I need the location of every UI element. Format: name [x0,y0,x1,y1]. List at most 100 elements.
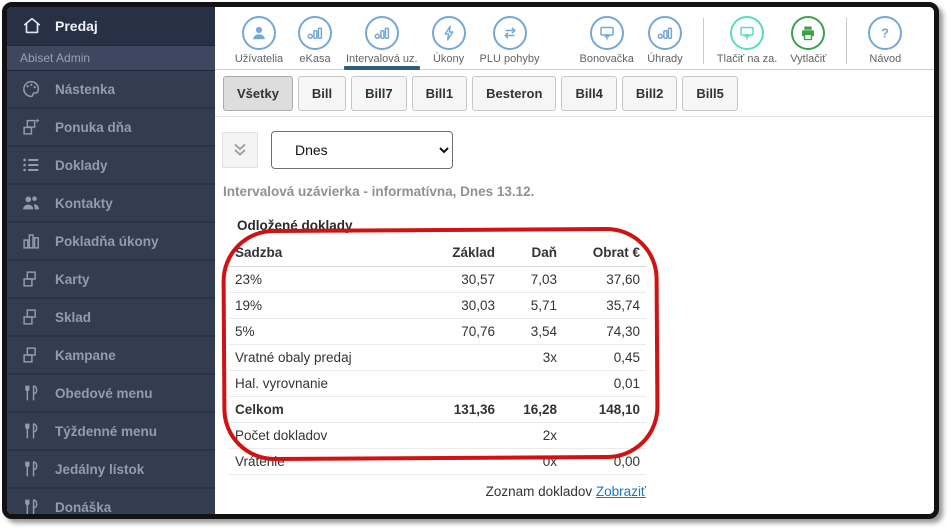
toolbar-item-uzivatelia[interactable]: Užívatelia [231,16,287,70]
sidebar-item-label: Týždenné menu [55,424,157,439]
sidebar-item-donaska[interactable]: Donáška [7,489,215,514]
toolbar-item-navod[interactable]: ? Návod [857,16,913,70]
table-cell: 7,03 [501,267,563,293]
table-header-row: Sadzba Základ Daň Obrat € [229,240,646,267]
sidebar-item-obedove-menu[interactable]: Obedové menu [7,375,215,413]
table-row: Vratné obaly predaj 3x 0,45 [229,345,646,371]
sidebar-item-kampane[interactable]: Kampane [7,337,215,375]
sidebar-item-label: Sklad [55,310,91,325]
cutlery-icon [20,496,42,514]
table-cell: 0,00 [563,449,646,475]
sidebar-item-kontakty[interactable]: Kontakty [7,185,215,223]
table-cell [419,449,501,475]
table-cell [563,423,646,449]
boxes-icon [20,306,42,328]
toolbar-divider [846,18,847,64]
table-cell: 3x [501,345,563,371]
toolbar-item-intervalova-uz[interactable]: Intervalová uz. [343,16,421,70]
table-row: Hal. vyrovnanie 0,01 [229,371,646,397]
tab-bill4[interactable]: Bill4 [561,76,616,111]
table-cell: 2x [501,423,563,449]
toolbar-item-label: Vytlačiť [783,53,833,65]
tab-bill5[interactable]: Bill5 [682,76,737,111]
sidebar-item-label: Pokladňa úkony [55,234,159,249]
toolbar-divider [703,18,704,64]
lightning-icon [432,16,466,50]
toolbar-item-ekasa[interactable]: eKasa [287,16,343,70]
cutlery-icon [20,458,42,480]
bar-chart-icon [298,16,332,50]
toolbar-item-label: Úhrady [640,53,690,65]
table-cell: 3,54 [501,319,563,345]
sidebar-account-label: Abiset Admin [7,45,215,71]
home-icon [21,15,43,37]
tab-bill1[interactable]: Bill1 [412,76,467,111]
toolbar-item-label: Úkony [424,53,474,65]
collapse-button[interactable] [222,132,258,168]
toolbar-item-vytlacit[interactable]: Vytlačiť [780,16,836,70]
date-range-select[interactable]: Dnes [271,131,453,169]
column-header: Sadzba [229,240,419,267]
table-cell: 5% [229,319,419,345]
swap-arrows-icon [493,16,527,50]
sidebar-item-pokladna-ukony[interactable]: Pokladňa úkony [7,223,215,261]
table-row: 19% 30,03 5,71 35,74 [229,293,646,319]
boxes-star-icon [20,116,42,138]
sidebar: Predaj Abiset Admin Nástenka Ponuka dňa … [7,7,215,514]
app-window: Predaj Abiset Admin Nástenka Ponuka dňa … [2,2,939,519]
sidebar-item-label: Ponuka dňa [55,120,132,135]
toolbar-item-tlacit-na-za[interactable]: Tlačiť na za. [714,16,780,70]
toolbar-item-label: Návod [860,53,910,65]
screen-up-icon [730,16,764,50]
table-cell: 0x [501,449,563,475]
toolbar-item-bonovacka[interactable]: Bonovačka [576,16,636,70]
cutlery-icon [20,420,42,442]
sidebar-item-ponuka-dna[interactable]: Ponuka dňa [7,109,215,147]
bar-chart-icon [365,16,399,50]
sidebar-item-nastenka[interactable]: Nástenka [7,71,215,109]
toolbar-item-label: Intervalová uz. [346,53,418,65]
bar-chart-icon [648,16,682,50]
sidebar-item-tyzdenne-menu[interactable]: Týždenné menu [7,413,215,451]
sidebar-item-label: Kampane [55,348,116,363]
table-cell: 37,60 [563,267,646,293]
tab-besteron[interactable]: Besteron [472,76,556,111]
sidebar-item-karty[interactable]: Karty [7,261,215,299]
table-cell: 35,74 [563,293,646,319]
table-cell: 19% [229,293,419,319]
column-header: Základ [419,240,501,267]
tab-vsetky[interactable]: Všetky [223,76,293,111]
show-documents-link[interactable]: Zobraziť [596,484,646,499]
boxes-icon [20,344,42,366]
svg-text:?: ? [881,26,889,41]
double-chevron-down-icon [229,139,251,161]
sidebar-item-predaj[interactable]: Predaj [7,7,215,45]
palette-icon [20,78,42,100]
table-cell: 30,57 [419,267,501,293]
tab-bill[interactable]: Bill [298,76,346,111]
question-icon: ? [868,16,902,50]
tab-bill2[interactable]: Bill2 [622,76,677,111]
documents-footer-label: Zoznam dokladov [486,484,593,499]
tax-summary-table: Sadzba Základ Daň Obrat € 23% 30,57 7,03… [229,240,646,475]
table-cell: 74,30 [563,319,646,345]
table-cell: 70,76 [419,319,501,345]
sidebar-item-label: Jedálny lístok [55,462,144,477]
sidebar-item-doklady[interactable]: Doklady [7,147,215,185]
tab-bill7[interactable]: Bill7 [351,76,406,111]
sidebar-item-jedalny-listok[interactable]: Jedálny lístok [7,451,215,489]
table-cell: 16,28 [501,397,563,423]
sidebar-item-sklad[interactable]: Sklad [7,299,215,337]
report-title: Intervalová uzávierka - informatívna, Dn… [223,184,934,199]
bar-chart-icon [20,230,42,252]
toolbar-item-plu-pohyby[interactable]: PLU pohyby [477,16,543,70]
toolbar-item-label: Tlačiť na za. [717,53,777,65]
sidebar-header-label: Predaj [55,18,98,34]
toolbar-item-ukony[interactable]: Úkony [421,16,477,70]
filter-controls: Dnes [222,131,934,169]
toolbar-item-label: eKasa [290,53,340,65]
column-header: Daň [501,240,563,267]
table-cell: 30,03 [419,293,501,319]
table-cell: Hal. vyrovnanie [229,371,419,397]
toolbar-item-uhrady[interactable]: Úhrady [637,16,693,70]
